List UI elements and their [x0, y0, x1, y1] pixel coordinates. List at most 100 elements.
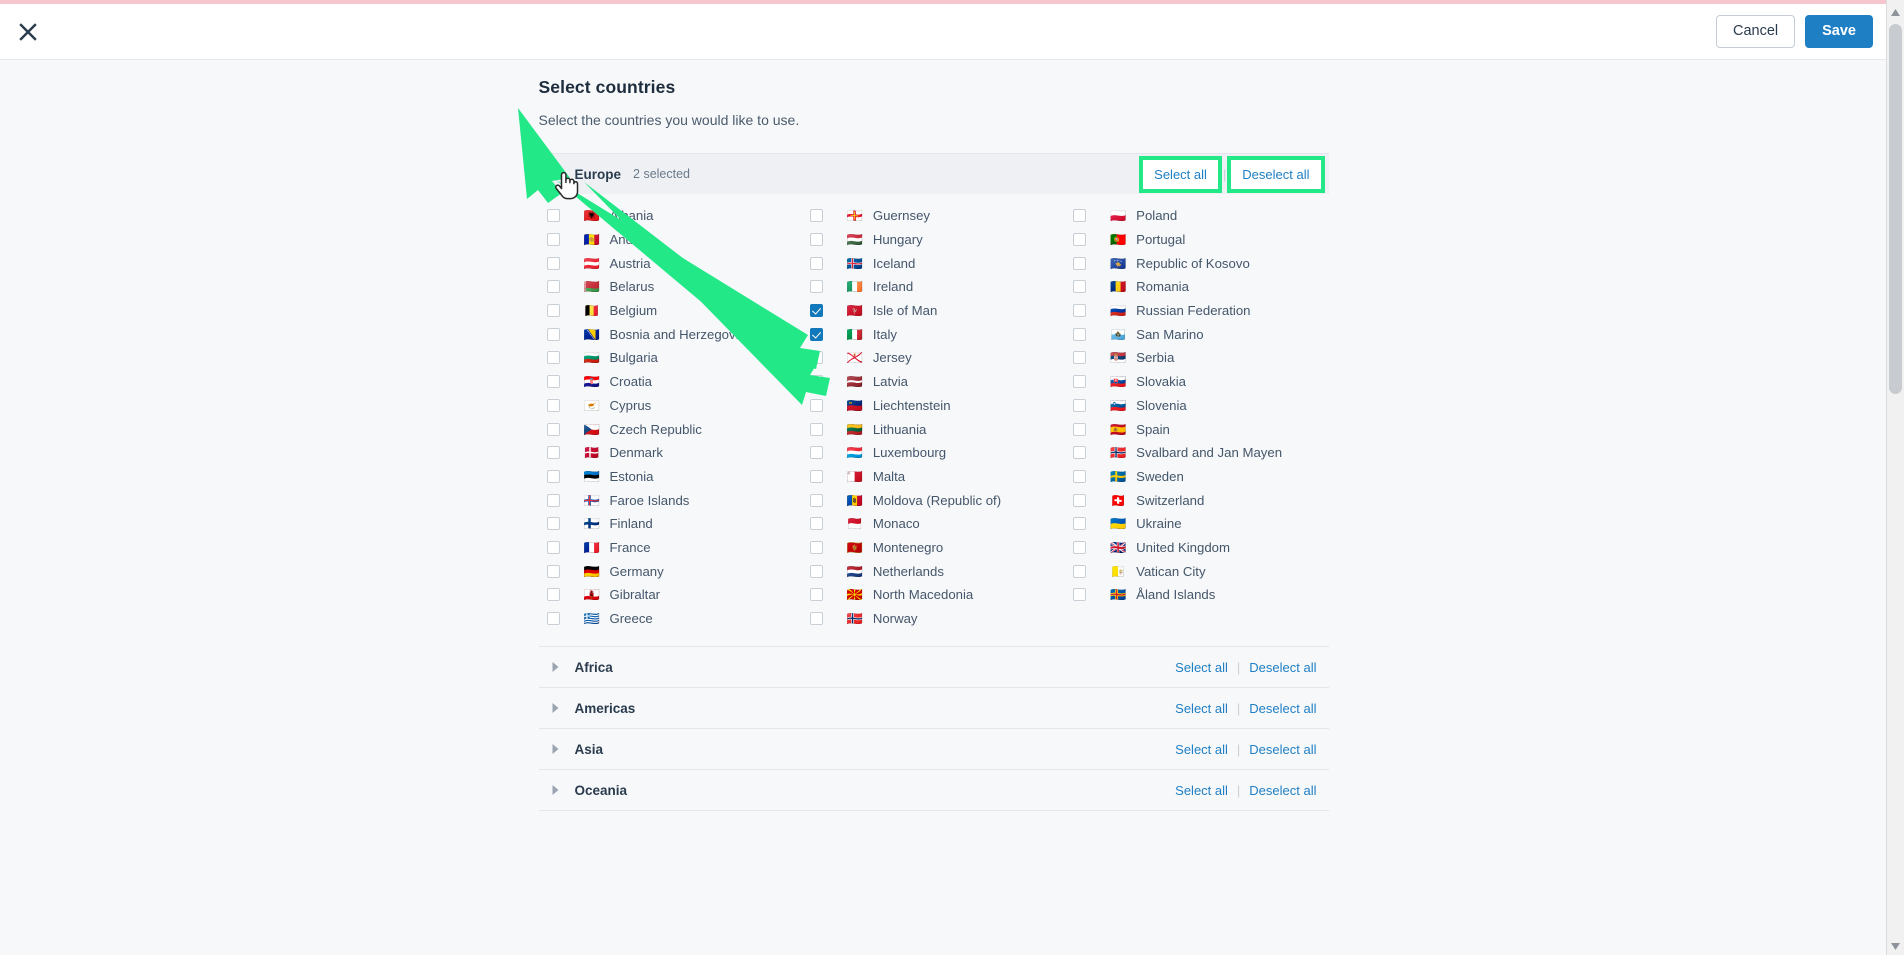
country-row[interactable]: 🇮🇲 Isle of Man [802, 299, 1065, 323]
region-header-americas[interactable]: Americas Select all | Deselect all [539, 688, 1329, 728]
chevron-right-icon[interactable] [547, 700, 563, 716]
country-checkbox[interactable] [1073, 540, 1087, 554]
country-row[interactable]: 🇫🇮 Finland [539, 512, 802, 536]
country-checkbox[interactable] [1073, 493, 1087, 507]
country-checkbox[interactable] [1073, 351, 1087, 365]
country-checkbox[interactable] [546, 446, 560, 460]
country-checkbox[interactable] [1073, 304, 1087, 318]
country-row[interactable]: 🇭🇺 Hungary [802, 228, 1065, 252]
country-row[interactable]: 🇵🇹 Portugal [1065, 228, 1328, 252]
country-row[interactable]: 🇨🇾 Cyprus [539, 394, 802, 418]
country-checkbox[interactable] [1073, 469, 1087, 483]
country-row[interactable]: 🇭🇷 Croatia [539, 370, 802, 394]
country-checkbox[interactable] [546, 422, 560, 436]
country-checkbox[interactable] [1073, 588, 1087, 602]
country-checkbox[interactable] [546, 493, 560, 507]
scrollbar-thumb[interactable] [1889, 24, 1902, 394]
country-checkbox[interactable] [809, 517, 823, 531]
country-row[interactable]: 🇨🇭 Switzerland [1065, 488, 1328, 512]
country-checkbox[interactable] [809, 256, 823, 270]
chevron-right-icon[interactable] [547, 782, 563, 798]
country-row[interactable]: 🇲🇨 Monaco [802, 512, 1065, 536]
country-checkbox[interactable] [1073, 375, 1087, 389]
country-row[interactable]: 🇦🇽 Åland Islands [1065, 583, 1328, 607]
region-header-oceania[interactable]: Oceania Select all | Deselect all [539, 770, 1329, 810]
country-checkbox[interactable] [546, 351, 560, 365]
vertical-scrollbar[interactable] [1886, 0, 1904, 955]
country-checkbox[interactable] [546, 327, 560, 341]
country-row[interactable]: 🇷🇺 Russian Federation [1065, 299, 1328, 323]
country-checkbox[interactable] [809, 588, 823, 602]
country-checkbox[interactable] [1073, 327, 1087, 341]
country-checkbox[interactable] [809, 209, 823, 223]
scroll-up-arrow-icon[interactable] [1887, 4, 1904, 21]
country-row[interactable]: 🇷🇴 Romania [1065, 275, 1328, 299]
country-row[interactable]: 🇸🇲 San Marino [1065, 322, 1328, 346]
country-checkbox[interactable] [809, 304, 823, 318]
country-checkbox[interactable] [809, 469, 823, 483]
country-checkbox[interactable] [809, 280, 823, 294]
country-row[interactable]: 🇽🇰 Republic of Kosovo [1065, 251, 1328, 275]
region-header-asia[interactable]: Asia Select all | Deselect all [539, 729, 1329, 769]
country-row[interactable]: 🇦🇱 Albania [539, 204, 802, 228]
country-checkbox[interactable] [1073, 233, 1087, 247]
country-row[interactable]: 🇵🇱 Poland [1065, 204, 1328, 228]
country-row[interactable]: 🇸🇮 Slovenia [1065, 394, 1328, 418]
country-checkbox[interactable] [546, 398, 560, 412]
chevron-right-icon[interactable] [547, 659, 563, 675]
country-checkbox[interactable] [546, 540, 560, 554]
country-row[interactable]: 🇳🇴 Norway [802, 607, 1065, 631]
country-row[interactable]: 🇬🇬 Guernsey [802, 204, 1065, 228]
country-row[interactable]: 🇻🇦 Vatican City [1065, 559, 1328, 583]
select-all-link[interactable]: Select all [1167, 697, 1236, 720]
country-row[interactable]: 🇧🇾 Belarus [539, 275, 802, 299]
country-checkbox[interactable] [546, 256, 560, 270]
country-checkbox[interactable] [1073, 446, 1087, 460]
region-header-europe[interactable]: Europe 2 selected Select all | Deselect all [538, 154, 1329, 194]
country-row[interactable]: 🇮🇪 Ireland [802, 275, 1065, 299]
country-row[interactable]: 🇱🇺 Luxembourg [802, 441, 1065, 465]
country-checkbox[interactable] [546, 517, 560, 531]
country-row[interactable]: 🇫🇷 France [539, 536, 802, 560]
country-checkbox[interactable] [546, 304, 560, 318]
country-checkbox[interactable] [1073, 209, 1087, 223]
country-checkbox[interactable] [546, 209, 560, 223]
country-row[interactable]: 🇱🇹 Lithuania [802, 417, 1065, 441]
deselect-all-link[interactable]: Deselect all [1227, 155, 1325, 193]
country-checkbox[interactable] [809, 540, 823, 554]
chevron-down-icon[interactable] [547, 166, 563, 182]
select-all-link[interactable]: Select all [1167, 779, 1236, 802]
country-row[interactable]: 🇮🇸 Iceland [802, 251, 1065, 275]
country-checkbox[interactable] [809, 351, 823, 365]
region-header-africa[interactable]: Africa Select all | Deselect all [539, 647, 1329, 687]
country-checkbox[interactable] [809, 422, 823, 436]
close-icon[interactable] [8, 12, 48, 52]
country-row[interactable]: 🇺🇦 Ukraine [1065, 512, 1328, 536]
country-checkbox[interactable] [1073, 517, 1087, 531]
country-row[interactable]: 🇷🇸 Serbia [1065, 346, 1328, 370]
country-row[interactable]: 🇪🇪 Estonia [539, 465, 802, 489]
country-checkbox[interactable] [809, 493, 823, 507]
country-checkbox[interactable] [1073, 422, 1087, 436]
save-button[interactable]: Save [1805, 14, 1873, 49]
country-checkbox[interactable] [546, 280, 560, 294]
country-row[interactable]: 🇩🇰 Denmark [539, 441, 802, 465]
country-row[interactable]: 🇦🇹 Austria [539, 251, 802, 275]
country-row[interactable]: 🇧🇬 Bulgaria [539, 346, 802, 370]
country-row[interactable]: 🇱🇮 Liechtenstein [802, 394, 1065, 418]
country-checkbox[interactable] [809, 564, 823, 578]
country-checkbox[interactable] [546, 588, 560, 602]
country-checkbox[interactable] [809, 446, 823, 460]
country-checkbox[interactable] [546, 564, 560, 578]
country-checkbox[interactable] [809, 375, 823, 389]
country-row[interactable]: 🇲🇪 Montenegro [802, 536, 1065, 560]
country-row[interactable]: 🇱🇻 Latvia [802, 370, 1065, 394]
country-checkbox[interactable] [546, 375, 560, 389]
country-row[interactable]: 🇮🇹 Italy [802, 322, 1065, 346]
country-row[interactable]: 🇪🇸 Spain [1065, 417, 1328, 441]
country-checkbox[interactable] [1073, 564, 1087, 578]
country-row[interactable]: 🇲🇩 Moldova (Republic of) [802, 488, 1065, 512]
scroll-down-arrow-icon[interactable] [1887, 938, 1904, 955]
country-row[interactable]: 🇸🇰 Slovakia [1065, 370, 1328, 394]
country-row[interactable]: 🇧🇦 Bosnia and Herzegovina [539, 322, 802, 346]
